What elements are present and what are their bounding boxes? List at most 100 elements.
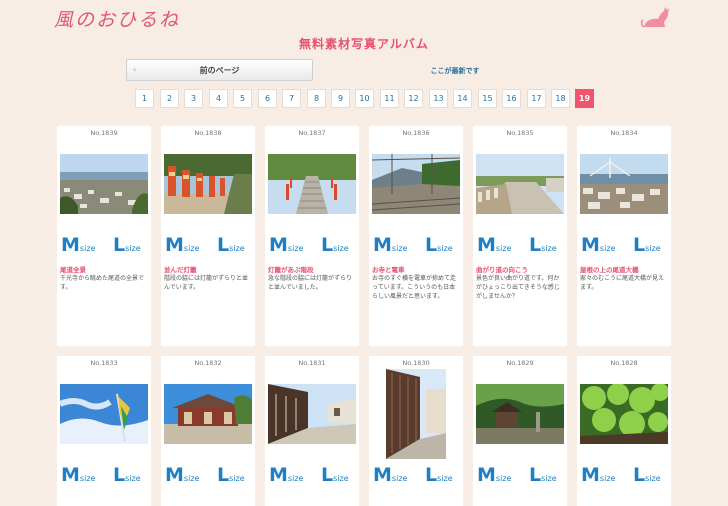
page-link-6[interactable]: 6 (258, 89, 277, 108)
page-link-19[interactable]: 19 (575, 89, 594, 108)
lsize-suffix: size (125, 244, 141, 253)
page-link-8[interactable]: 8 (307, 89, 326, 108)
lsize-link[interactable]: Lsize (425, 234, 453, 260)
page-link-4[interactable]: 4 (209, 89, 228, 108)
photo-thumbnail[interactable] (580, 384, 668, 444)
lsize-letter: L (529, 464, 542, 486)
page-link-9[interactable]: 9 (331, 89, 350, 108)
photo-number: No.1828 (610, 359, 638, 367)
photo-thumbnail[interactable] (268, 384, 356, 444)
page-link-15[interactable]: 15 (478, 89, 497, 108)
msize-suffix: size (391, 244, 408, 253)
lsize-letter: L (633, 234, 646, 256)
msize-suffix: size (183, 244, 200, 253)
msize-link[interactable]: Msize (61, 234, 95, 260)
lsize-link[interactable]: Lsize (633, 234, 661, 260)
size-links: Msize Lsize (165, 234, 253, 256)
msize-link[interactable]: Msize (165, 464, 199, 490)
lsize-link[interactable]: Lsize (425, 464, 453, 490)
photo-number: No.1839 (90, 129, 118, 137)
lsize-link[interactable]: Lsize (113, 464, 141, 490)
lsize-letter: L (425, 464, 438, 486)
photo-number: No.1837 (298, 129, 326, 137)
lsize-letter: L (529, 234, 542, 256)
lsize-letter: L (113, 234, 126, 256)
msize-link[interactable]: Msize (373, 234, 407, 260)
photo-card: No.1829 Msize Lsize (473, 356, 567, 506)
photo-thumbnail[interactable] (164, 154, 252, 214)
msize-link[interactable]: Msize (269, 464, 303, 490)
photo-description: 千光寺から眺めた尾道の全景です。 (60, 275, 145, 291)
lsize-link[interactable]: Lsize (217, 464, 245, 490)
lsize-link[interactable]: Lsize (529, 464, 557, 490)
photo-thumbnail[interactable] (476, 154, 564, 214)
page-link-10[interactable]: 10 (355, 89, 374, 108)
photo-card: No.1837 Msize Lsize 灯籠があぶ階段 急な階段の脇には灯籠がずらりと並… (265, 126, 359, 346)
photo-thumbnail[interactable] (386, 369, 446, 459)
lsize-suffix: size (229, 244, 245, 253)
msize-suffix: size (495, 474, 512, 483)
page-link-5[interactable]: 5 (233, 89, 252, 108)
photo-thumbnail[interactable] (372, 154, 460, 214)
size-links: Msize Lsize (581, 464, 669, 486)
photo-thumbnail[interactable] (164, 384, 252, 444)
lsize-suffix: size (437, 244, 453, 253)
photo-thumbnail[interactable] (268, 154, 356, 214)
photo-title: 尾道全景 (60, 266, 86, 274)
msize-link[interactable]: Msize (581, 234, 615, 260)
photo-card: No.1834 Msize Lsize 屋根の上の尾道大橋 家々のむこうに尾道大橋が見え… (577, 126, 671, 346)
msize-link[interactable]: Msize (373, 464, 407, 490)
lsize-link[interactable]: Lsize (321, 234, 349, 260)
lsize-letter: L (113, 464, 126, 486)
page-link-17[interactable]: 17 (527, 89, 546, 108)
page-link-11[interactable]: 11 (380, 89, 399, 108)
site-logo[interactable]: 風のおひるね (54, 5, 180, 32)
prev-page-button[interactable]: ‹ 前のページ (126, 59, 313, 81)
page-link-18[interactable]: 18 (551, 89, 570, 108)
msize-suffix: size (287, 474, 304, 483)
page-link-13[interactable]: 13 (429, 89, 448, 108)
lsize-link[interactable]: Lsize (633, 464, 661, 490)
lsize-suffix: size (229, 474, 245, 483)
photo-title: 曲がり道の向こう (476, 266, 528, 274)
photo-thumbnail[interactable] (60, 384, 148, 444)
lsize-link[interactable]: Lsize (321, 464, 349, 490)
page-link-3[interactable]: 3 (184, 89, 203, 108)
photo-number: No.1838 (194, 129, 222, 137)
lsize-letter: L (217, 234, 230, 256)
lsize-suffix: size (645, 474, 661, 483)
photo-thumbnail[interactable] (60, 154, 148, 214)
msize-link[interactable]: Msize (477, 464, 511, 490)
photo-number: No.1836 (402, 129, 430, 137)
cat-icon (640, 7, 669, 28)
lsize-letter: L (217, 464, 230, 486)
lsize-link[interactable]: Lsize (113, 234, 141, 260)
msize-link[interactable]: Msize (165, 234, 199, 260)
msize-suffix: size (183, 474, 200, 483)
page-link-14[interactable]: 14 (453, 89, 472, 108)
msize-letter: M (581, 464, 600, 486)
msize-letter: M (61, 464, 80, 486)
page-link-16[interactable]: 16 (502, 89, 521, 108)
page-link-1[interactable]: 1 (135, 89, 154, 108)
photo-thumbnail[interactable] (580, 154, 668, 214)
photo-number: No.1830 (402, 359, 430, 367)
msize-link[interactable]: Msize (61, 464, 95, 490)
msize-link[interactable]: Msize (269, 234, 303, 260)
msize-link[interactable]: Msize (581, 464, 615, 490)
msize-letter: M (61, 234, 80, 256)
msize-suffix: size (599, 474, 616, 483)
size-links: Msize Lsize (477, 234, 565, 256)
photo-thumbnail[interactable] (476, 384, 564, 444)
lsize-letter: L (633, 464, 646, 486)
lsize-link[interactable]: Lsize (217, 234, 245, 260)
page-link-12[interactable]: 12 (404, 89, 423, 108)
msize-letter: M (269, 234, 288, 256)
size-links: Msize Lsize (61, 464, 149, 486)
size-links: Msize Lsize (477, 464, 565, 486)
photo-card: No.1838 Msize Lsize 並んだ灯籠 階段の脇には灯籠がずらりと並んでいま… (161, 126, 255, 346)
page-link-7[interactable]: 7 (282, 89, 301, 108)
msize-link[interactable]: Msize (477, 234, 511, 260)
page-link-2[interactable]: 2 (160, 89, 179, 108)
lsize-link[interactable]: Lsize (529, 234, 557, 260)
